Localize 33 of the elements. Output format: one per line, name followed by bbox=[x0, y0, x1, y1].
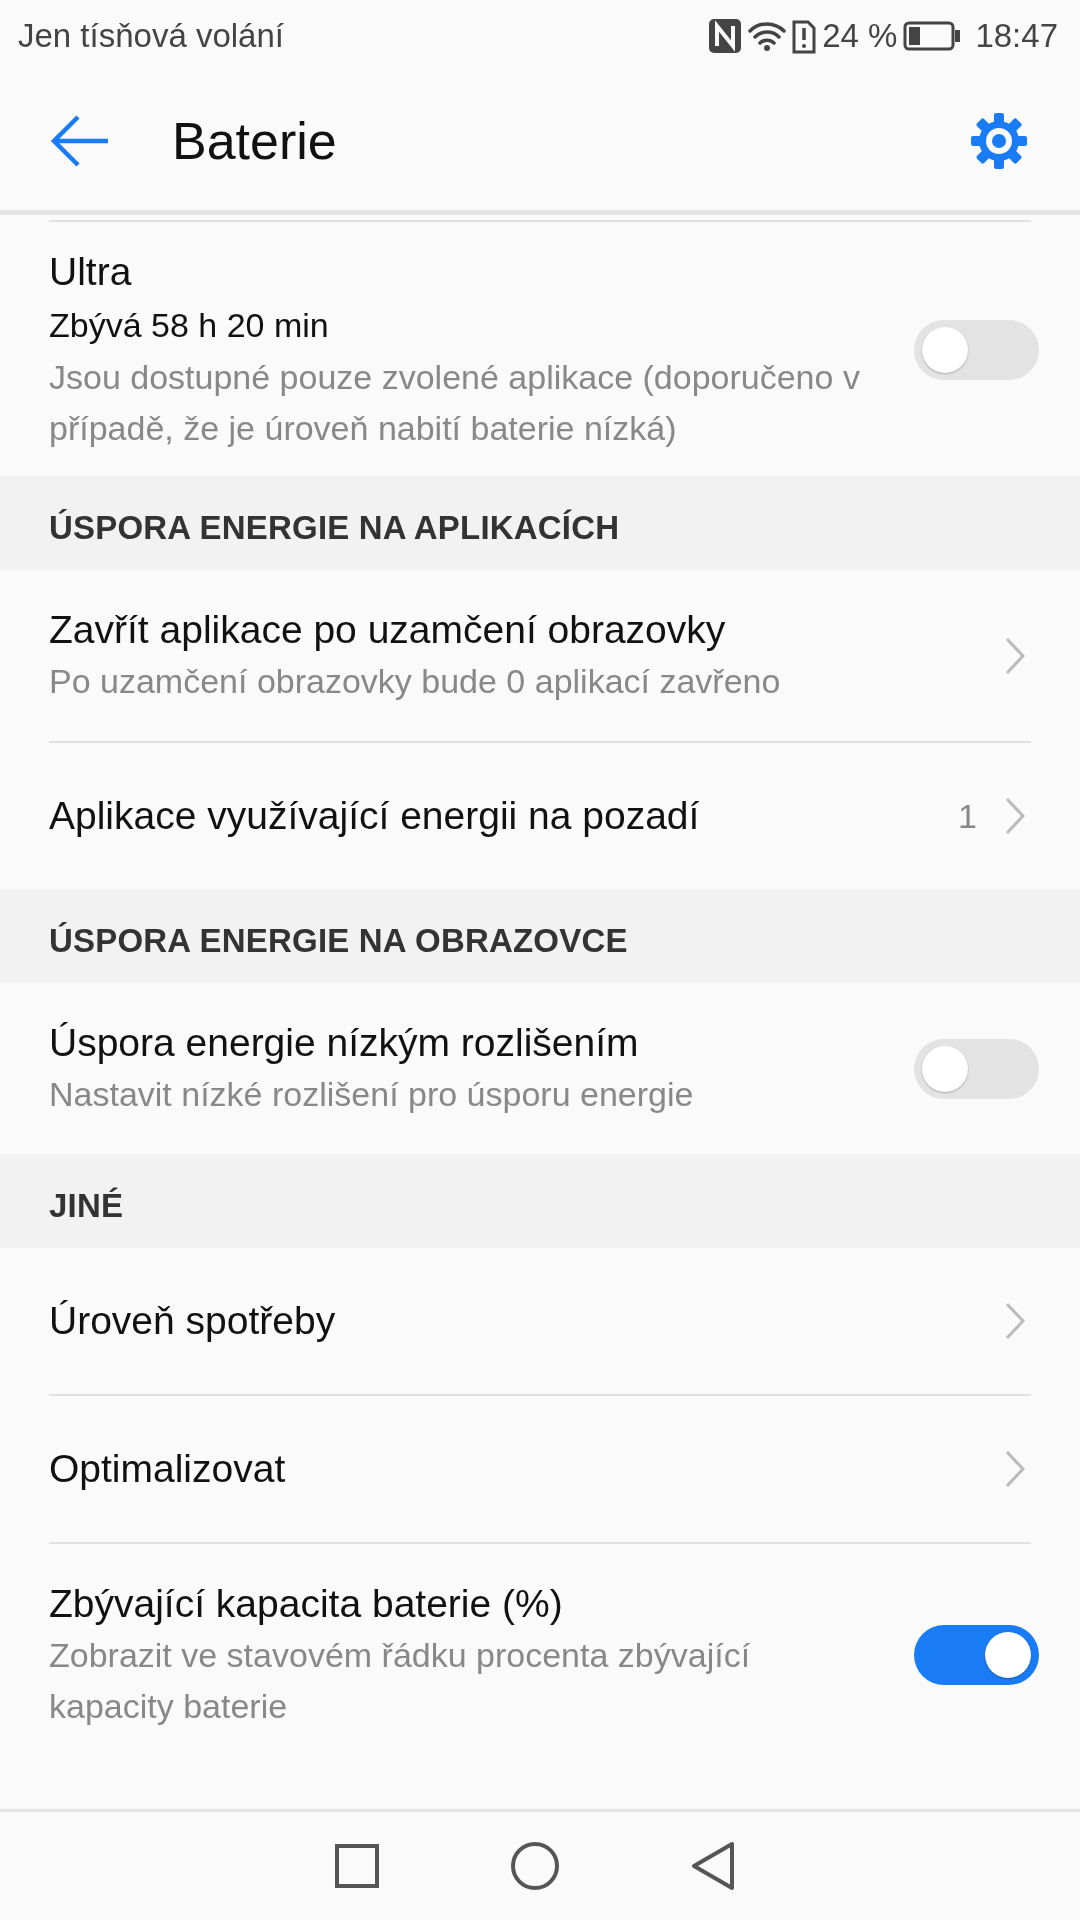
carrier-label: Jen tísňová volání bbox=[18, 17, 284, 55]
toggle-switch[interactable] bbox=[914, 1625, 1039, 1685]
section-header: ÚSPORA ENERGIE NA APLIKACÍCH bbox=[49, 509, 620, 547]
remaining-time: Zbývá 58 h 20 min bbox=[49, 305, 330, 346]
section-header: ÚSPORA ENERGIE NA OBRAZOVCE bbox=[49, 922, 628, 960]
setting-title: Úroveň spotřeby bbox=[49, 1298, 337, 1344]
chevron-right-icon bbox=[1005, 797, 1025, 835]
section-header: JINÉ bbox=[49, 1187, 124, 1225]
setting-description: Zobrazit ve stavovém řádku procenta zbývající kapacity baterie bbox=[49, 1635, 752, 1727]
clock: 18:47 bbox=[975, 17, 1058, 55]
chevron-right-icon bbox=[1005, 1450, 1025, 1488]
battery-icon bbox=[903, 21, 962, 51]
recents-button[interactable] bbox=[334, 1843, 380, 1889]
setting-description: Jsou dostupné pouze zvolené aplikace (doporučeno v případě, že je úroveň nabití baterie nízká) bbox=[49, 357, 861, 449]
battery-percent: 24 % bbox=[822, 17, 898, 55]
setting-title: Ultra bbox=[49, 249, 133, 295]
nfc-icon bbox=[708, 18, 743, 54]
chevron-right-icon bbox=[1005, 1302, 1025, 1340]
setting-description: Po uzamčení obrazovky bude 0 aplikací zavřeno bbox=[49, 661, 782, 702]
setting-title: Zbývající kapacita baterie (%) bbox=[49, 1581, 564, 1627]
count-label: 1 bbox=[958, 796, 977, 836]
setting-title: Optimalizovat bbox=[49, 1446, 287, 1492]
wifi-icon bbox=[748, 20, 787, 52]
back-nav-button[interactable] bbox=[690, 1841, 736, 1891]
setting-title: Úspora energie nízkým rozlišením bbox=[49, 1020, 640, 1066]
chevron-right-icon bbox=[1005, 636, 1025, 675]
settings-button[interactable] bbox=[968, 110, 1030, 172]
setting-description: Nastavit nízké rozlišení pro úsporu energie bbox=[49, 1074, 695, 1115]
sim-alert-icon bbox=[792, 18, 817, 54]
setting-title: Aplikace využívající energii na pozadí bbox=[49, 793, 701, 839]
page-title: Baterie bbox=[172, 111, 338, 171]
home-button[interactable] bbox=[510, 1841, 560, 1891]
setting-title: Zavřít aplikace po uzamčení obrazovky bbox=[49, 607, 727, 653]
